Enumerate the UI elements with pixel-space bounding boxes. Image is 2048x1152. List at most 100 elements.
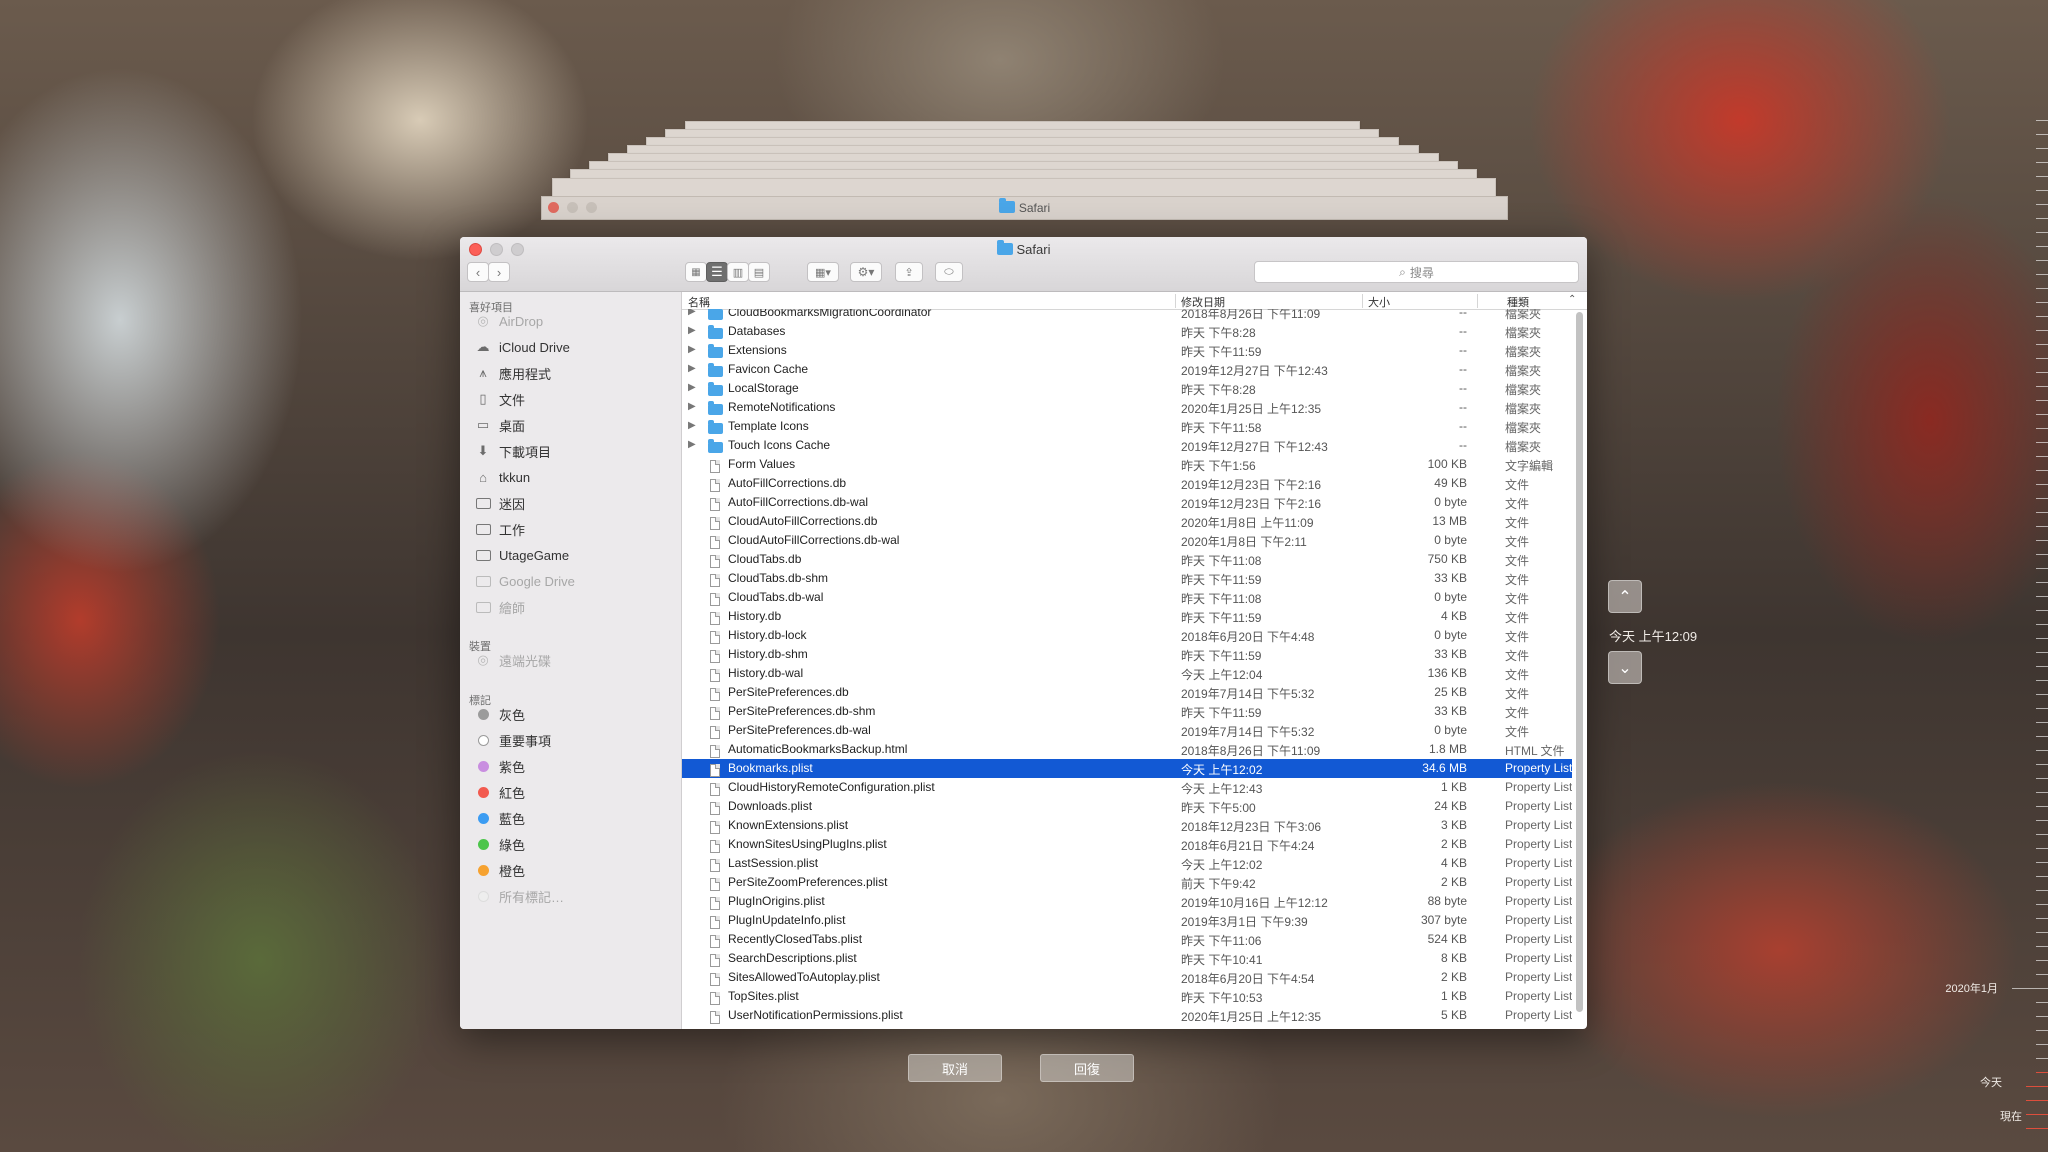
cancel-button[interactable]: 取消 <box>908 1054 1002 1082</box>
table-row[interactable]: ▶ Template Icons 昨天 下午11:58 -- 檔案夾 <box>682 417 1572 436</box>
sidebar-tag-important[interactable]: 重要事項 <box>474 730 551 750</box>
sidebar-item-airdrop[interactable]: ◎ AirDrop <box>474 311 543 331</box>
column-kind[interactable]: 種類 <box>1507 294 1529 310</box>
sidebar-item-documents[interactable]: ▯ 文件 <box>474 389 525 409</box>
disclosure-triangle-icon[interactable]: ▶ <box>688 420 696 431</box>
table-row[interactable]: CloudTabs.db-wal 昨天 下午11:08 0 byte 文件 <box>682 588 1572 607</box>
file-size: 4 KB <box>1440 609 1467 623</box>
table-row[interactable]: UserNotificationPermissions.plist 2020年1月… <box>682 1006 1572 1025</box>
file-size: 1 KB <box>1440 989 1467 1003</box>
restore-button[interactable]: 回復 <box>1040 1054 1134 1082</box>
file-size: -- <box>1459 400 1467 414</box>
file-date: 今天 上午12:02 <box>1181 858 1263 872</box>
table-row[interactable]: ▶ Extensions 昨天 下午11:59 -- 檔案夾 <box>682 341 1572 360</box>
table-row[interactable]: SitesAllowedToAutoplay.plist 2018年6月20日 下… <box>682 968 1572 987</box>
table-row[interactable]: ▶ Touch Icons Cache 2019年12月27日 下午12:43 -- 檔… <box>682 436 1572 455</box>
sidebar-tag-red[interactable]: 紅色 <box>474 782 525 802</box>
list-view-button[interactable]: ☰ <box>706 262 728 282</box>
earlier-snapshot-button[interactable]: ⌃ <box>1608 580 1642 613</box>
sidebar-tag-green[interactable]: 綠色 <box>474 834 525 854</box>
table-row[interactable]: History.db-wal 今天 上午12:04 136 KB 文件 <box>682 664 1572 683</box>
sidebar-item-google-drive[interactable]: Google Drive <box>474 571 575 591</box>
sidebar-item-desktop[interactable]: ▭ 桌面 <box>474 415 525 435</box>
gallery-view-button[interactable]: ▤ <box>748 262 770 282</box>
disclosure-triangle-icon[interactable]: ▶ <box>688 363 696 374</box>
file-size: 0 byte <box>1434 533 1467 547</box>
table-row[interactable]: CloudAutoFillCorrections.db 2020年1月8日 上午1… <box>682 512 1572 531</box>
sidebar-item-illustrator[interactable]: 繪師 <box>474 597 525 617</box>
table-row[interactable]: AutoFillCorrections.db-wal 2019年12月23日 下午… <box>682 493 1572 512</box>
later-snapshot-button[interactable]: ⌄ <box>1608 651 1642 684</box>
group-button[interactable]: ▦▾ <box>807 262 839 282</box>
column-date[interactable]: 修改日期 <box>1181 294 1225 310</box>
column-view-button[interactable]: ▥ <box>727 262 749 282</box>
sidebar-all-tags[interactable]: 所有標記… <box>474 886 564 906</box>
folder-icon <box>998 198 1015 213</box>
column-size[interactable]: 大小 <box>1368 294 1390 310</box>
sidebar-item-remote-disc[interactable]: ◎ 遠端光碟 <box>474 650 551 670</box>
table-row[interactable]: PlugInOrigins.plist 2019年10月16日 上午12:12 88… <box>682 892 1572 911</box>
table-row[interactable]: SearchDescriptions.plist 昨天 下午10:41 8 KB Pr… <box>682 949 1572 968</box>
disclosure-triangle-icon[interactable]: ▶ <box>688 382 696 393</box>
timeline[interactable] <box>2008 0 2048 1152</box>
disclosure-triangle-icon[interactable]: ▶ <box>688 309 696 317</box>
table-row[interactable]: CloudTabs.db 昨天 下午11:08 750 KB 文件 <box>682 550 1572 569</box>
table-row[interactable]: PerSitePreferences.db-wal 2019年7月14日 下午5:… <box>682 721 1572 740</box>
table-row[interactable]: ▶ Favicon Cache 2019年12月27日 下午12:43 -- 檔案夾 <box>682 360 1572 379</box>
timeline-tick <box>2036 666 2048 667</box>
previous-finder-window[interactable]: Safari <box>541 196 1508 220</box>
table-row[interactable]: RecentlyClosedTabs.plist 昨天 下午11:06 524 KB… <box>682 930 1572 949</box>
sidebar-item-meme[interactable]: 迷因 <box>474 493 525 513</box>
table-row[interactable]: AutoFillCorrections.db 2019年12月23日 下午2:16… <box>682 474 1572 493</box>
table-row[interactable]: PlugInUpdateInfo.plist 2019年3月1日 下午9:39 30… <box>682 911 1572 930</box>
sidebar-tag-purple[interactable]: 紫色 <box>474 756 525 776</box>
share-button[interactable]: ⇪ <box>895 262 923 282</box>
table-row[interactable]: ▶ LocalStorage 昨天 下午8:28 -- 檔案夾 <box>682 379 1572 398</box>
table-row[interactable]: Form Values 昨天 下午1:56 100 KB 文字編輯 <box>682 455 1572 474</box>
tags-button[interactable]: ⬭ <box>935 262 963 282</box>
sort-ascending-icon[interactable]: ⌃ <box>1568 294 1576 305</box>
back-button[interactable]: ‹ <box>467 262 489 282</box>
vertical-scrollbar[interactable] <box>1576 312 1583 1012</box>
column-name[interactable]: 名稱 <box>688 294 710 310</box>
table-row[interactable]: ▶ Databases 昨天 下午8:28 -- 檔案夾 <box>682 322 1572 341</box>
disclosure-triangle-icon[interactable]: ▶ <box>688 439 696 450</box>
forward-button[interactable]: › <box>488 262 510 282</box>
disclosure-triangle-icon[interactable]: ▶ <box>688 344 696 355</box>
file-date: 昨天 下午8:28 <box>1181 383 1256 397</box>
table-row[interactable]: ▶ CloudBookmarksMigrationCoordinator 2018年… <box>682 309 1572 322</box>
table-row[interactable]: History.db 昨天 下午11:59 4 KB 文件 <box>682 607 1572 626</box>
disclosure-triangle-icon[interactable]: ▶ <box>688 325 696 336</box>
sidebar-item-utagegame[interactable]: UtageGame <box>474 545 569 565</box>
table-row[interactable]: History.db-shm 昨天 下午11:59 33 KB 文件 <box>682 645 1572 664</box>
file-kind: 文件 <box>1505 592 1530 606</box>
table-row[interactable]: TopSites.plist 昨天 下午10:53 1 KB Property Lis… <box>682 987 1572 1006</box>
sidebar-tag-orange[interactable]: 橙色 <box>474 860 525 880</box>
table-row[interactable]: ▶ RemoteNotifications 2020年1月25日 上午12:35 --… <box>682 398 1572 417</box>
table-row[interactable]: CloudAutoFillCorrections.db-wal 2020年1月8日… <box>682 531 1572 550</box>
table-row[interactable]: AutomaticBookmarksBackup.html 2018年8月26日 … <box>682 740 1572 759</box>
search-field[interactable]: ⌕ 搜尋 <box>1254 261 1579 283</box>
sidebar-item-work[interactable]: 工作 <box>474 519 525 539</box>
sidebar-item-icloud-drive[interactable]: ☁ iCloud Drive <box>474 337 570 357</box>
sidebar-item-applications[interactable]: ⩚ 應用程式 <box>474 363 551 383</box>
disclosure-triangle-icon[interactable]: ▶ <box>688 401 696 412</box>
table-row[interactable]: PerSitePreferences.db 2019年7月14日 下午5:32 25… <box>682 683 1572 702</box>
table-row[interactable]: LastSession.plist 今天 上午12:02 4 KB Property … <box>682 854 1572 873</box>
sidebar-tag-gray[interactable]: 灰色 <box>474 704 525 724</box>
table-row[interactable]: Downloads.plist 昨天 下午5:00 24 KB Property Li… <box>682 797 1572 816</box>
table-row[interactable]: CloudTabs.db-shm 昨天 下午11:59 33 KB 文件 <box>682 569 1572 588</box>
table-row[interactable]: History.db-lock 2018年6月20日 下午4:48 0 byte 文件 <box>682 626 1572 645</box>
sidebar-item-downloads[interactable]: ⬇ 下載項目 <box>474 441 551 461</box>
table-row[interactable]: Bookmarks.plist 今天 上午12:02 34.6 MB Property… <box>682 759 1572 778</box>
sidebar-tag-blue[interactable]: 藍色 <box>474 808 525 828</box>
table-row[interactable]: PerSitePreferences.db-shm 昨天 下午11:59 33 KB… <box>682 702 1572 721</box>
timeline-tick <box>2036 246 2048 247</box>
icon-view-button[interactable]: ▦ <box>685 262 707 282</box>
table-row[interactable]: KnownSitesUsingPlugIns.plist 2018年6月21日 下… <box>682 835 1572 854</box>
table-row[interactable]: KnownExtensions.plist 2018年12月23日 下午3:06 3… <box>682 816 1572 835</box>
table-row[interactable]: PerSiteZoomPreferences.plist 前天 下午9:42 2 K… <box>682 873 1572 892</box>
sidebar-item-home[interactable]: ⌂ tkkun <box>474 467 530 487</box>
action-button[interactable]: ⚙▾ <box>850 262 882 282</box>
table-row[interactable]: CloudHistoryRemoteConfiguration.plist 今天 … <box>682 778 1572 797</box>
